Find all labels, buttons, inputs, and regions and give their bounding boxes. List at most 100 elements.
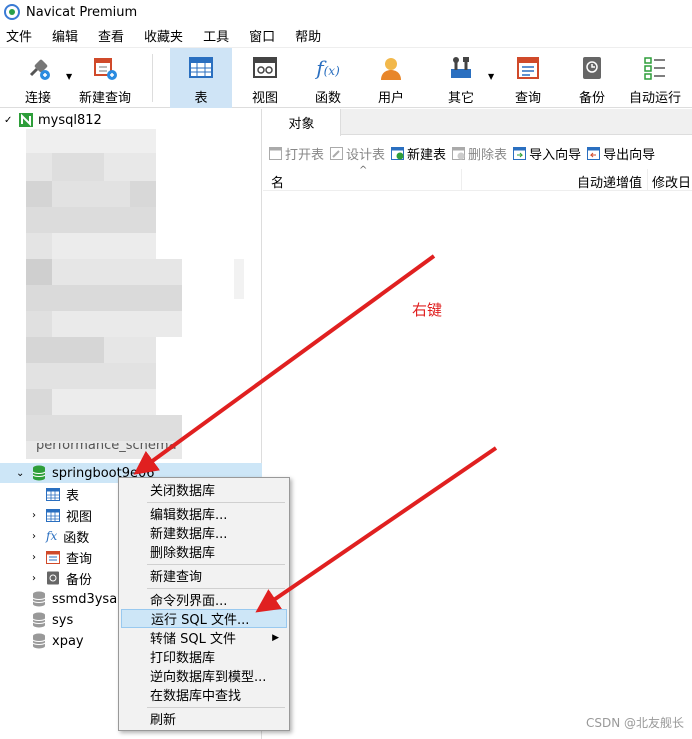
menu-bar: 文件 编辑 查看 收藏夹 工具 窗口 帮助 [0, 24, 692, 48]
other-button[interactable]: 其它 [438, 48, 484, 108]
query-button[interactable]: 查询 [506, 48, 550, 108]
column-modified[interactable]: 修改日 [652, 172, 691, 191]
menu-find-in-database[interactable]: 在数据库中查找 [121, 685, 287, 704]
backup-button[interactable]: 备份 [570, 48, 614, 108]
chevron-down-icon[interactable]: ⌄ [16, 468, 30, 479]
sort-ascending-icon: ^ [359, 165, 368, 176]
chevron-right-icon[interactable]: › [32, 552, 46, 563]
delete-table-icon [452, 146, 466, 160]
new-query-icon [91, 54, 119, 82]
title-bar: Navicat Premium [0, 0, 692, 24]
column-divider [461, 169, 462, 191]
design-table-icon [330, 146, 344, 160]
column-name[interactable]: 名 [271, 172, 284, 191]
database-context-menu: 关闭数据库 编辑数据库... 新建数据库... 删除数据库 新建查询 命令列界面… [118, 477, 290, 731]
column-auto-increment[interactable]: 自动递增值 [577, 172, 642, 191]
chevron-right-icon[interactable]: › [32, 531, 46, 542]
table-column-header: 名 ^ 自动递增值 修改日 [263, 165, 692, 191]
menu-separator [147, 502, 285, 503]
connect-button[interactable]: 连接 [16, 48, 60, 108]
table-icon [46, 487, 60, 501]
navicat-logo-icon [4, 4, 20, 20]
new-table-icon [391, 146, 405, 160]
new-table-button[interactable]: 新建表 [391, 144, 446, 163]
menu-separator [147, 564, 285, 565]
menu-new-database[interactable]: 新建数据库... [121, 523, 287, 542]
query-icon [46, 550, 60, 564]
tree-item-views[interactable]: › 视图 [32, 505, 92, 525]
view-icon [46, 508, 60, 522]
menu-view[interactable]: 查看 [92, 26, 138, 45]
objects-pane: 对象 打开表 设计表 新建表 删除表 导入向导 导出向导 名 ^ 自动递增值 修… [263, 109, 692, 739]
design-table-button[interactable]: 设计表 [330, 144, 385, 163]
pixelated-privacy-mosaic [26, 129, 246, 459]
menu-console[interactable]: 命令列界面... [121, 590, 287, 609]
menu-window[interactable]: 窗口 [243, 26, 289, 45]
open-table-icon [269, 146, 282, 160]
menu-favorites[interactable]: 收藏夹 [138, 26, 197, 45]
import-wizard-button[interactable]: 导入向导 [513, 144, 581, 163]
column-divider [647, 169, 648, 191]
menu-separator [147, 707, 285, 708]
import-icon [513, 146, 527, 160]
tree-db-xpay[interactable]: xpay [32, 631, 84, 651]
new-query-button[interactable]: 新建查询 [76, 48, 134, 108]
menu-file[interactable]: 文件 [0, 26, 46, 45]
function-icon: fx [46, 529, 58, 543]
tab-objects[interactable]: 对象 [263, 109, 341, 136]
menu-run-sql-file[interactable]: 运行 SQL 文件... [121, 609, 287, 628]
menu-edit-database[interactable]: 编辑数据库... [121, 504, 287, 523]
automation-button[interactable]: 自动运行 [626, 48, 684, 108]
menu-close-database[interactable]: 关闭数据库 [121, 480, 287, 499]
other-dropdown-caret-icon[interactable]: ▼ [488, 72, 494, 81]
chevron-down-icon[interactable]: ✓ [4, 115, 18, 126]
annotation-label: 右键 [412, 301, 443, 319]
menu-print-database[interactable]: 打印数据库 [121, 647, 287, 666]
view-button[interactable]: 视图 [240, 48, 290, 108]
object-toolbar: 打开表 设计表 新建表 删除表 导入向导 导出向导 [263, 142, 692, 164]
menu-new-query[interactable]: 新建查询 [121, 566, 287, 585]
tree-item-backups[interactable]: › 备份 [32, 568, 92, 588]
query-icon [514, 54, 542, 82]
database-icon [32, 591, 46, 607]
menu-edit[interactable]: 编辑 [46, 26, 92, 45]
tree-item-functions[interactable]: › fx 函数 [32, 526, 89, 546]
connect-dropdown-caret-icon[interactable]: ▼ [66, 72, 72, 81]
chevron-right-icon[interactable]: › [32, 573, 46, 584]
menu-reverse-to-model[interactable]: 逆向数据库到模型... [121, 666, 287, 685]
delete-table-button[interactable]: 删除表 [452, 144, 507, 163]
table-icon [187, 54, 215, 82]
automation-checklist-icon [641, 54, 669, 82]
menu-delete-database[interactable]: 删除数据库 [121, 542, 287, 561]
menu-separator [147, 588, 285, 589]
tree-item-queries[interactable]: › 查询 [32, 547, 92, 567]
tools-icon [447, 54, 475, 82]
function-button[interactable]: f(x) 函数 [305, 48, 351, 108]
database-icon [32, 465, 46, 481]
backup-icon [578, 54, 606, 82]
user-icon [377, 54, 405, 82]
tree-connection-mysql812[interactable]: ✓ mysql812 [4, 110, 102, 130]
export-wizard-button[interactable]: 导出向导 [587, 144, 655, 163]
export-icon [587, 146, 601, 160]
tab-bar: 对象 [263, 109, 692, 136]
main-toolbar: 连接 ▼ 新建查询 表 视图 f(x) 函数 用户 其它 ▼ 查询 备份 自动运… [0, 48, 692, 108]
menu-dump-sql-file[interactable]: 转储 SQL 文件 ▶ [121, 628, 287, 647]
tree-item-tables[interactable]: 表 [46, 484, 79, 504]
tree-db-sys[interactable]: sys [32, 610, 73, 630]
menu-tools[interactable]: 工具 [197, 26, 243, 45]
toolbar-separator [152, 54, 153, 102]
tree-db-performance-schema[interactable]: performance_schema [36, 443, 177, 455]
chevron-right-icon[interactable]: › [32, 510, 46, 521]
tree-db-ssmd3ysa[interactable]: ssmd3ysa [32, 589, 117, 609]
user-button[interactable]: 用户 [366, 48, 416, 108]
open-table-button[interactable]: 打开表 [269, 144, 324, 163]
table-button[interactable]: 表 [170, 48, 232, 108]
menu-help[interactable]: 帮助 [289, 26, 335, 45]
window-title: Navicat Premium [26, 4, 138, 20]
database-icon [32, 612, 46, 628]
submenu-arrow-icon: ▶ [272, 632, 279, 643]
function-icon: f(x) [316, 56, 340, 80]
menu-refresh[interactable]: 刷新 [121, 709, 287, 728]
database-icon [32, 633, 46, 649]
